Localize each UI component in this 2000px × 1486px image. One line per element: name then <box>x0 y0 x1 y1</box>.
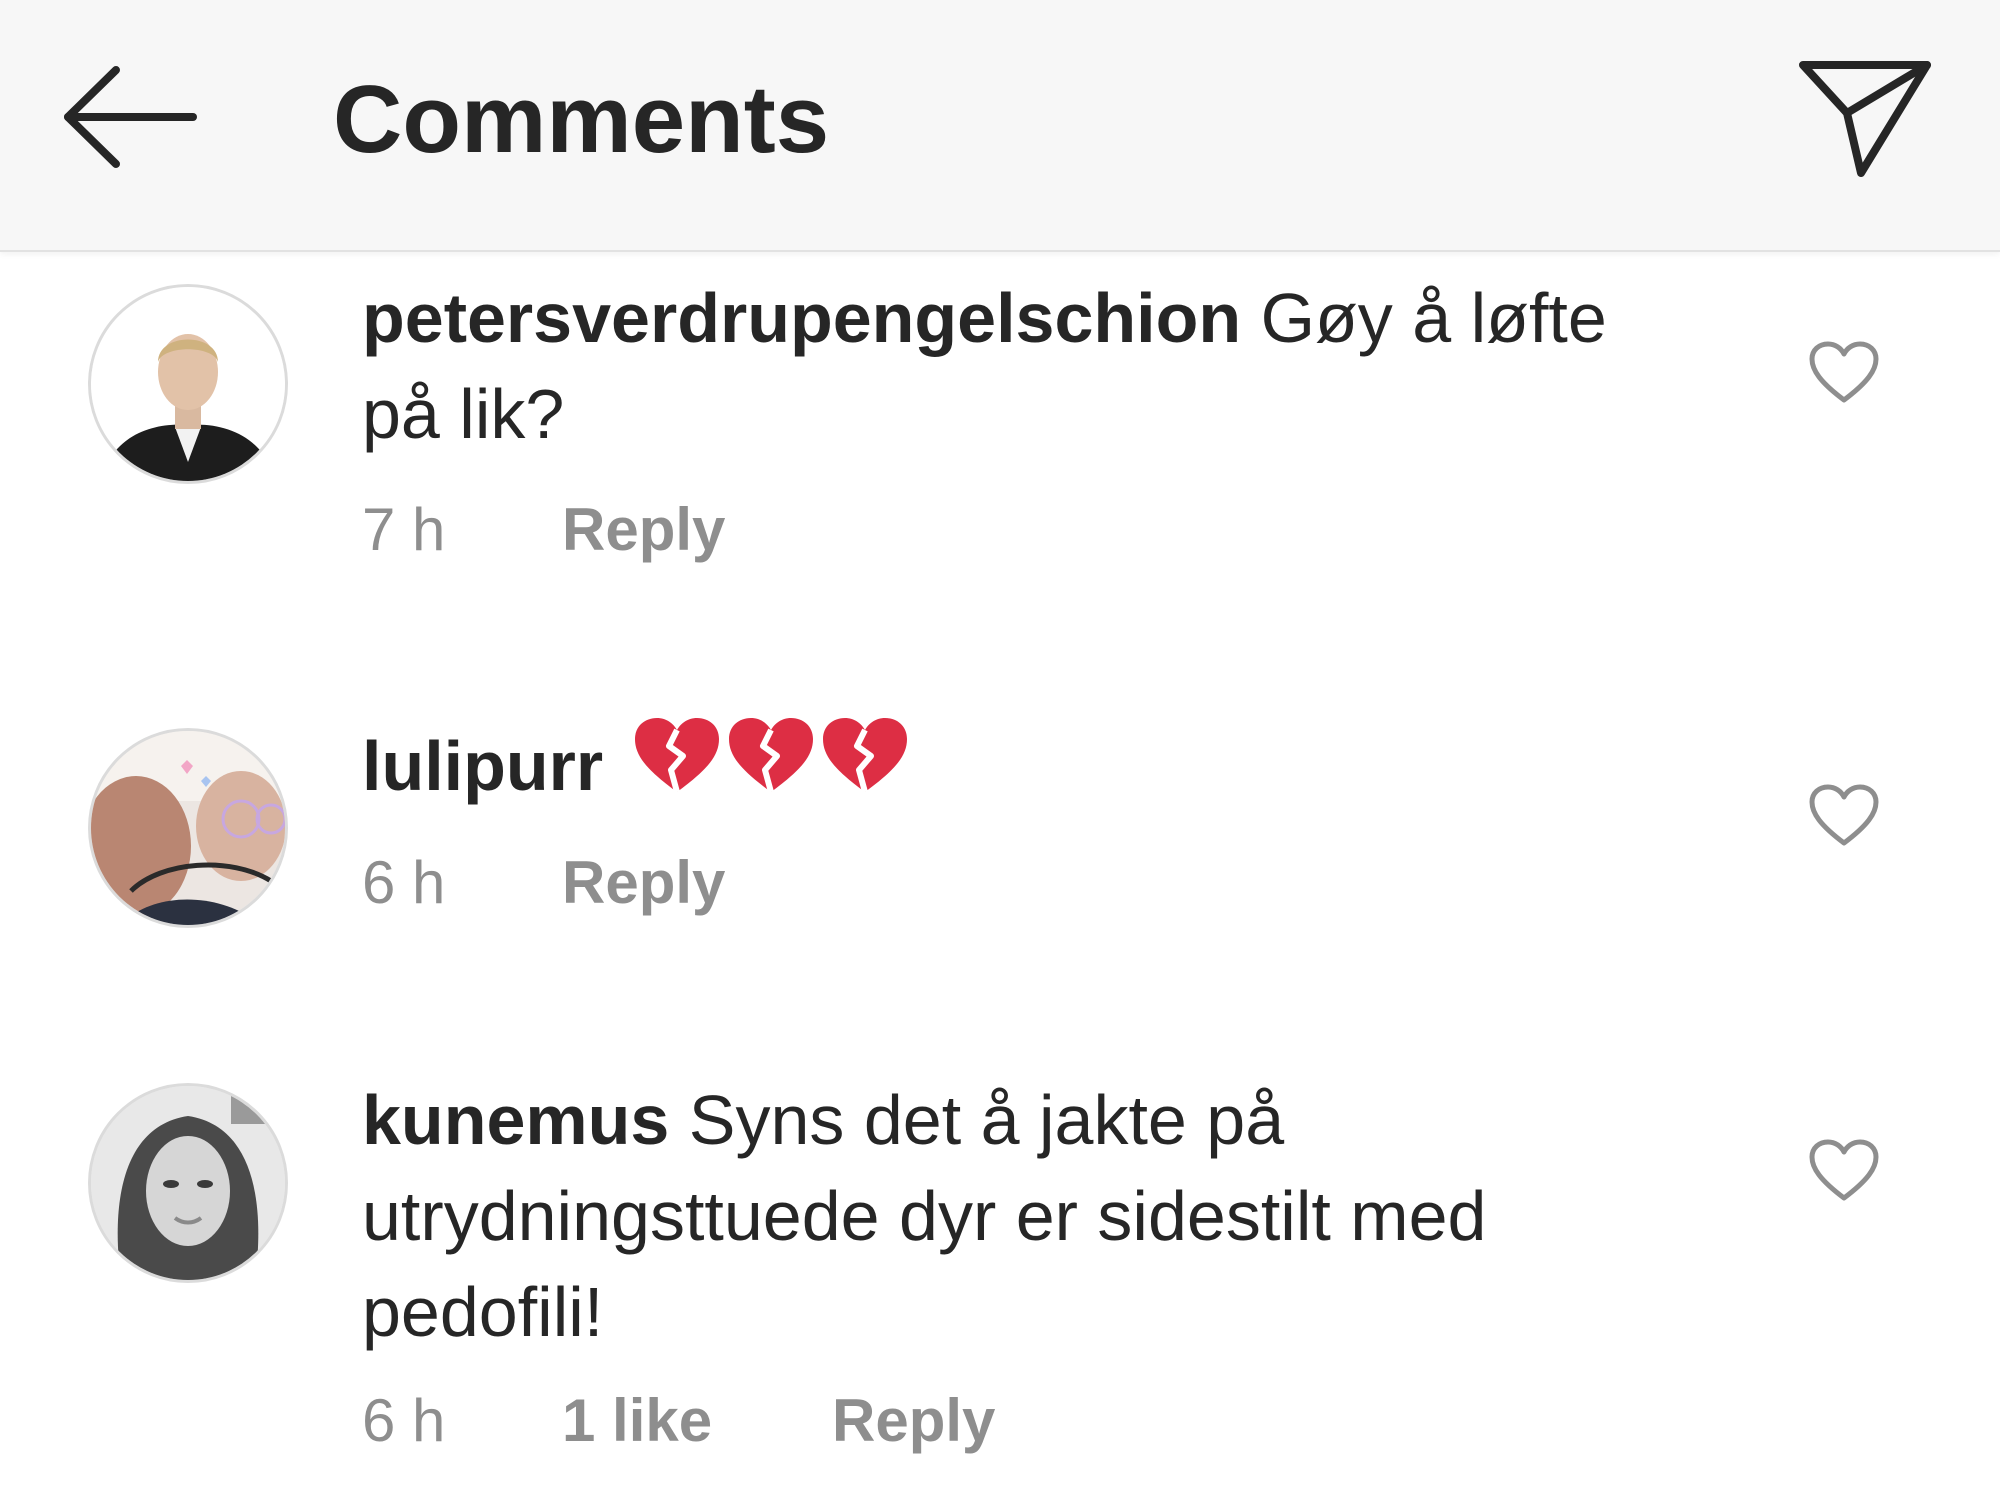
back-button[interactable] <box>58 62 208 172</box>
profile-photo <box>91 1086 285 1280</box>
comment-timestamp: 7 h <box>362 496 446 563</box>
comment-timestamp: 6 h <box>362 1387 446 1454</box>
comment-username[interactable]: petersverdrupengelschion <box>362 279 1241 357</box>
emoji-group <box>631 714 913 820</box>
heart-outline-icon <box>1809 784 1879 846</box>
avatar[interactable] <box>88 1083 288 1283</box>
top-bar: Comments <box>0 0 2000 252</box>
comment-username[interactable]: kunemus <box>362 1081 669 1159</box>
like-button[interactable] <box>1808 1138 1880 1202</box>
arrow-left-icon <box>64 66 197 168</box>
comment-text-block: kunemus Syns det å jakte på utrydningstt… <box>362 1072 1682 1360</box>
profile-photo <box>91 287 285 481</box>
likes-count[interactable]: 1 like <box>562 1381 832 1461</box>
broken-heart-icon <box>728 718 813 793</box>
heart-outline-icon <box>1809 341 1879 403</box>
comment-meta: 6 h 1 like Reply <box>362 1381 995 1461</box>
share-button[interactable] <box>1795 55 1935 185</box>
heart-outline-icon <box>1809 1139 1879 1201</box>
page-title: Comments <box>333 66 830 173</box>
reply-button[interactable]: Reply <box>562 496 725 563</box>
avatar[interactable] <box>88 728 288 928</box>
reply-button[interactable]: Reply <box>562 849 725 916</box>
broken-heart-icon <box>822 718 907 793</box>
profile-photo <box>91 731 285 925</box>
like-button[interactable] <box>1808 783 1880 847</box>
comment-timestamp: 6 h <box>362 849 446 916</box>
avatar[interactable] <box>88 284 288 484</box>
comment-username[interactable]: lulipurr <box>362 727 603 805</box>
comment-text-block: lulipurr <box>362 714 1682 820</box>
paper-plane-icon <box>1799 61 1931 177</box>
comment-meta: 7 h Reply <box>362 490 725 570</box>
comment-meta: 6 h Reply <box>362 843 725 923</box>
comment-text-block: petersverdrupengelschion Gøy å løfte på … <box>362 270 1682 462</box>
like-button[interactable] <box>1808 340 1880 404</box>
reply-button[interactable]: Reply <box>832 1387 995 1454</box>
broken-heart-icon <box>634 718 719 793</box>
